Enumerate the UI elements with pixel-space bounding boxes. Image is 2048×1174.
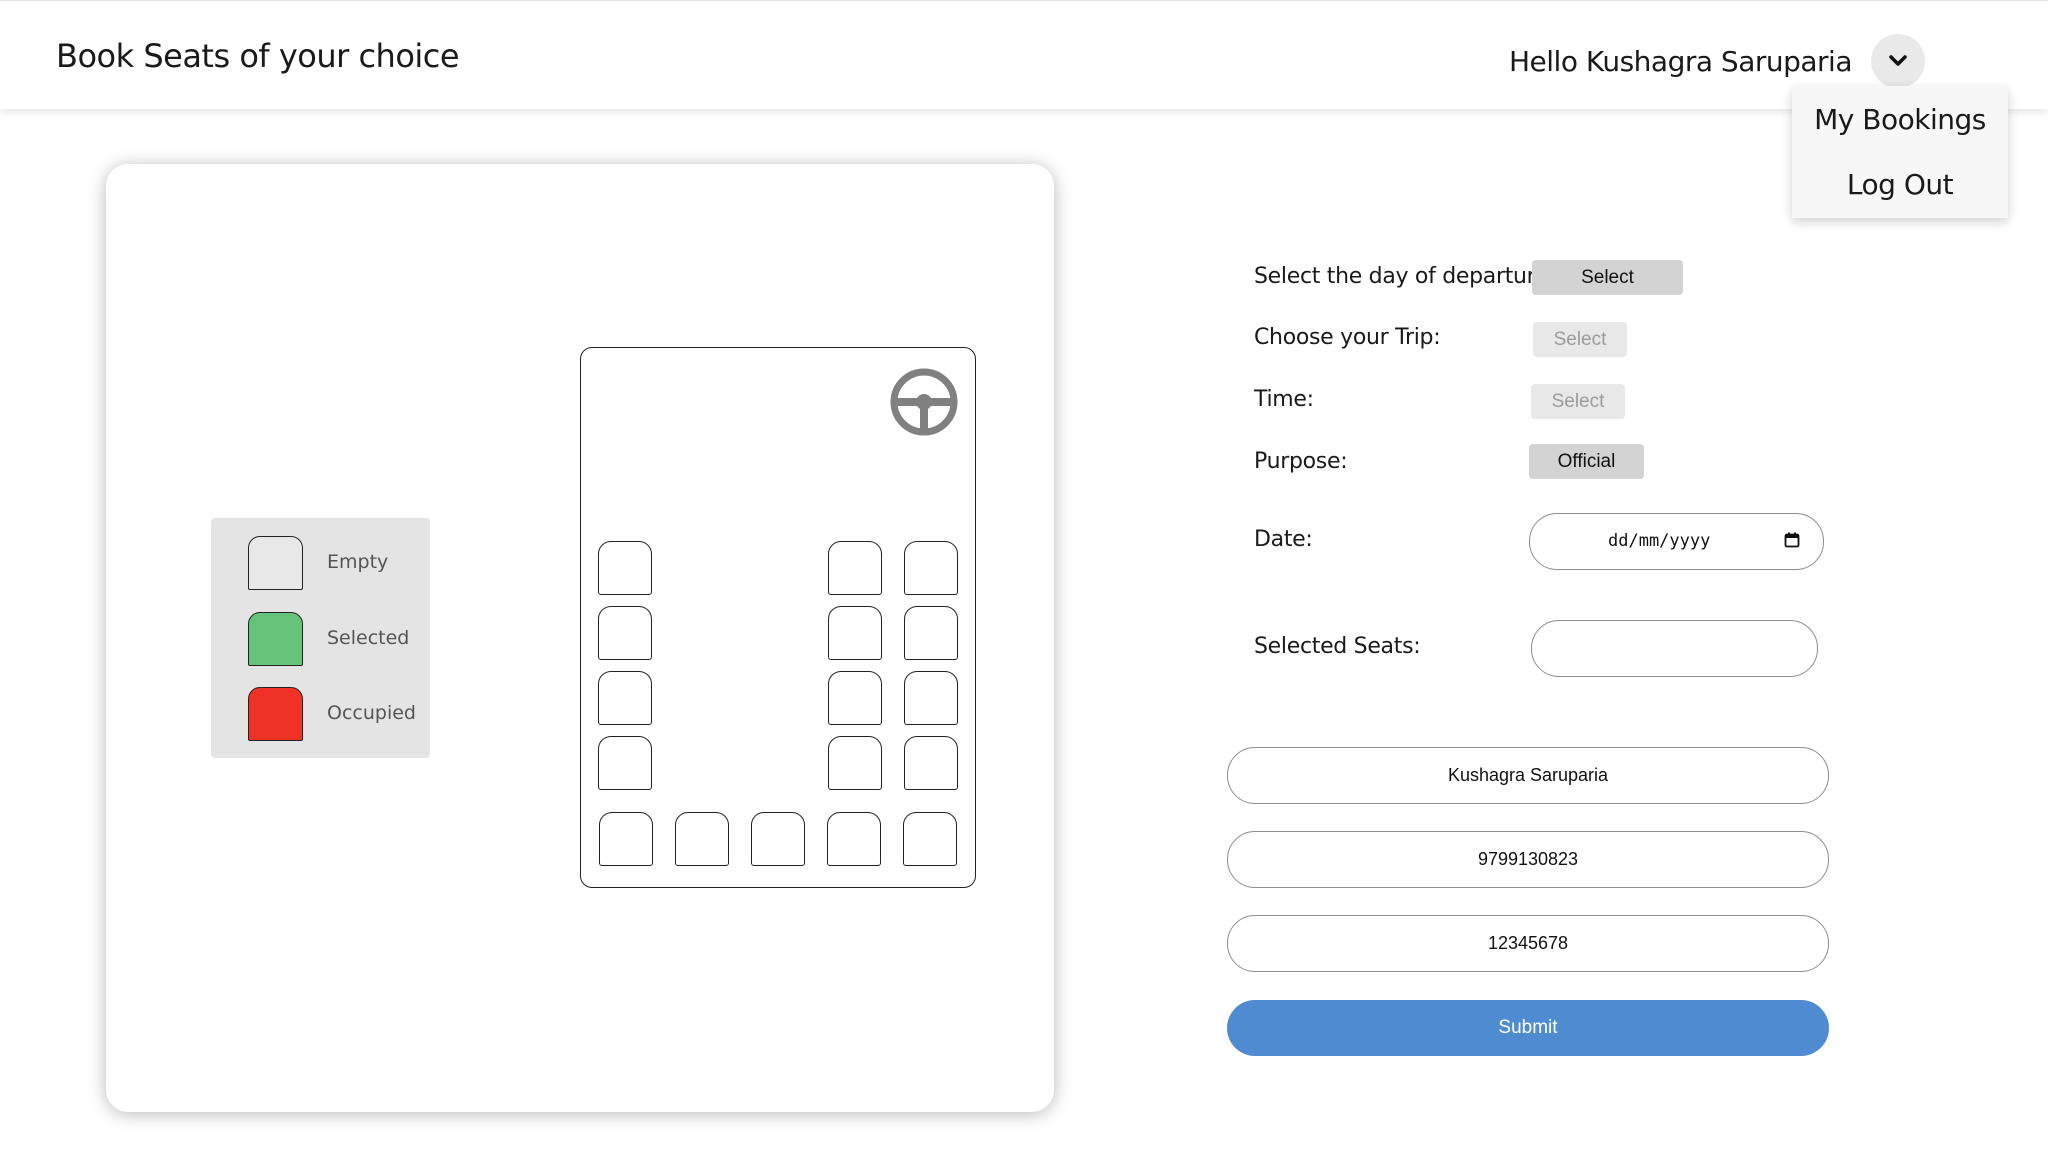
- purpose-label: Purpose:: [1254, 449, 1348, 474]
- seat-8[interactable]: [904, 606, 958, 660]
- seat-14[interactable]: [675, 812, 729, 866]
- legend-occupied-label: Occupied: [327, 702, 416, 724]
- chevron-down-icon: [1889, 55, 1907, 66]
- seat-6[interactable]: [904, 541, 958, 595]
- legend-selected-label: Selected: [327, 627, 410, 649]
- seat-11[interactable]: [828, 736, 882, 790]
- seat-5[interactable]: [828, 541, 882, 595]
- user-menu-dropdown: My Bookings Log Out: [1792, 86, 2008, 218]
- selected-seats-field[interactable]: [1531, 620, 1818, 677]
- phone-field[interactable]: 9799130823: [1227, 831, 1829, 888]
- date-input[interactable]: dd/mm/yyyy: [1529, 513, 1824, 570]
- legend-empty-swatch: [248, 536, 303, 590]
- id-field[interactable]: 12345678: [1227, 915, 1829, 972]
- seat-10[interactable]: [904, 671, 958, 725]
- departure-day-label: Select the day of departure:: [1254, 264, 1556, 289]
- name-field[interactable]: Kushagra Saruparia: [1227, 747, 1829, 804]
- date-placeholder: dd/mm/yyyy: [1608, 531, 1711, 551]
- user-menu-toggle-button[interactable]: [1871, 34, 1925, 88]
- selected-seats-label: Selected Seats:: [1254, 634, 1421, 659]
- seat-16[interactable]: [827, 812, 881, 866]
- seat-7[interactable]: [828, 606, 882, 660]
- date-label: Date:: [1254, 527, 1313, 552]
- departure-day-select[interactable]: Select: [1532, 260, 1683, 295]
- seat-legend: Empty Selected Occupied: [211, 518, 430, 758]
- seat-4[interactable]: [598, 736, 652, 790]
- user-greeting: Hello Kushagra Saruparia: [1509, 45, 1853, 78]
- time-select[interactable]: Select: [1531, 384, 1625, 419]
- top-navbar: Book Seats of your choice Hello Kushagra…: [0, 0, 2048, 109]
- menu-item-my-bookings[interactable]: My Bookings: [1792, 103, 2008, 136]
- seat-3[interactable]: [598, 671, 652, 725]
- trip-select[interactable]: Select: [1533, 322, 1627, 357]
- submit-button[interactable]: Submit: [1227, 1000, 1829, 1056]
- legend-empty-label: Empty: [327, 551, 389, 573]
- steering-wheel-icon: [890, 368, 958, 436]
- time-label: Time:: [1254, 387, 1314, 412]
- page-title: Book Seats of your choice: [56, 37, 460, 75]
- purpose-select[interactable]: Official: [1529, 444, 1644, 479]
- menu-item-log-out[interactable]: Log Out: [1792, 168, 2008, 201]
- trip-label: Choose your Trip:: [1254, 325, 1441, 350]
- legend-occupied-swatch: [248, 687, 303, 741]
- seat-9[interactable]: [828, 671, 882, 725]
- legend-selected-swatch: [248, 612, 303, 666]
- seat-13[interactable]: [599, 812, 653, 866]
- seat-1[interactable]: [598, 541, 652, 595]
- calendar-icon[interactable]: [1784, 532, 1800, 548]
- seat-12[interactable]: [904, 736, 958, 790]
- seat-2[interactable]: [598, 606, 652, 660]
- seat-15[interactable]: [751, 812, 805, 866]
- seat-17[interactable]: [903, 812, 957, 866]
